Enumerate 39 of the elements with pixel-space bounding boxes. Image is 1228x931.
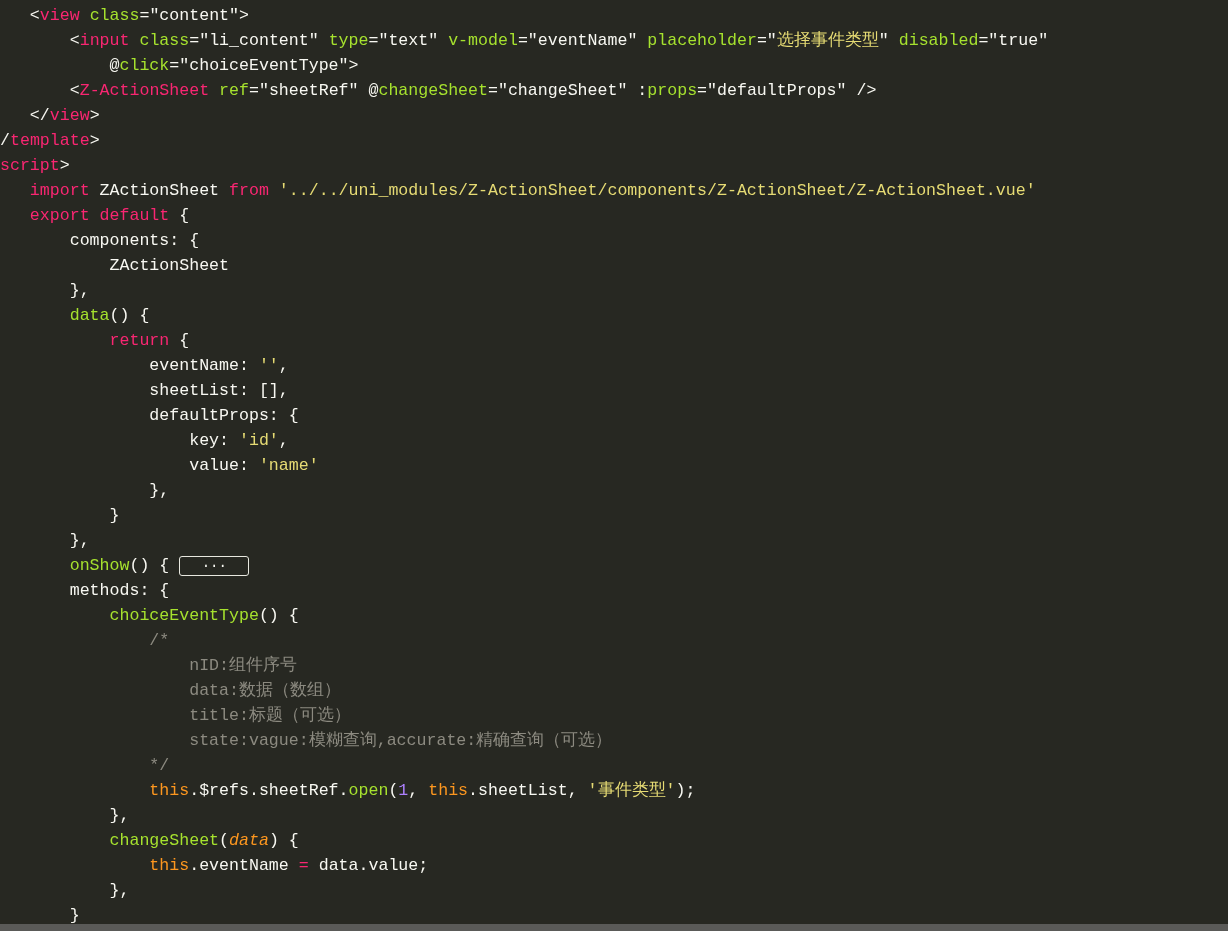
code-line: defaultProps: { [148,405,299,427]
code-line: /template> [0,130,100,152]
code-line: sheetList: [], [148,380,289,402]
code-line: }, [108,805,130,827]
code-line: key: 'id', [188,430,289,452]
code-line: <Z-ActionSheet ref="sheetRef" @changeSheet="changeSheet" :props="defaultProps" /> [68,80,877,102]
code-line: value: 'name' [188,455,319,477]
code-line: choiceEventType() { [108,605,299,627]
code-line: eventName: '', [148,355,289,377]
code-line: methods: { [68,580,170,602]
code-line: */ [148,755,170,777]
code-line: <view class="content"> [28,5,249,27]
code-line: changeSheet(data) { [108,830,299,852]
code-line: }, [108,880,130,902]
code-line: }, [68,530,90,552]
code-line: this.eventName = data.value; [148,855,429,877]
fold-button[interactable]: ··· [179,555,250,576]
code-line: /* [148,630,170,652]
code-line: nID:组件序号 [188,654,298,677]
code-line: ZActionSheet [108,255,230,277]
code-line: </view> [28,105,100,127]
horizontal-scrollbar[interactable] [0,924,1228,931]
code-line: }, [68,280,90,302]
code-line: data:数据（数组） [188,680,341,702]
code-line: }, [148,480,170,502]
code-line: @click="choiceEventType"> [108,55,359,77]
code-line: } [108,505,120,527]
code-line: script> [0,155,70,177]
code-line: state:vague:模糊查询,accurate:精确查询（可选） [188,730,613,752]
code-line: this.$refs.sheetRef.open(1, this.sheetList, '事件类型'); [148,780,696,802]
code-line: data() { [68,305,150,327]
code-line: <input class="li_content" type="text" v-model="eventName" placeholder="选择事件类型" disabled="true" [68,30,1049,52]
code-line: } [68,905,80,927]
code-line: return { [108,330,190,352]
code-line: components: { [68,230,200,252]
code-line: onShow() { [68,555,170,577]
code-line: title:标题（可选） [188,705,351,727]
code-line: export default { [28,205,190,227]
code-line: import ZActionSheet from '../../uni_modules/Z-ActionSheet/components/Z-ActionSheet/Z-ActionSheet.vue' [28,180,1036,202]
